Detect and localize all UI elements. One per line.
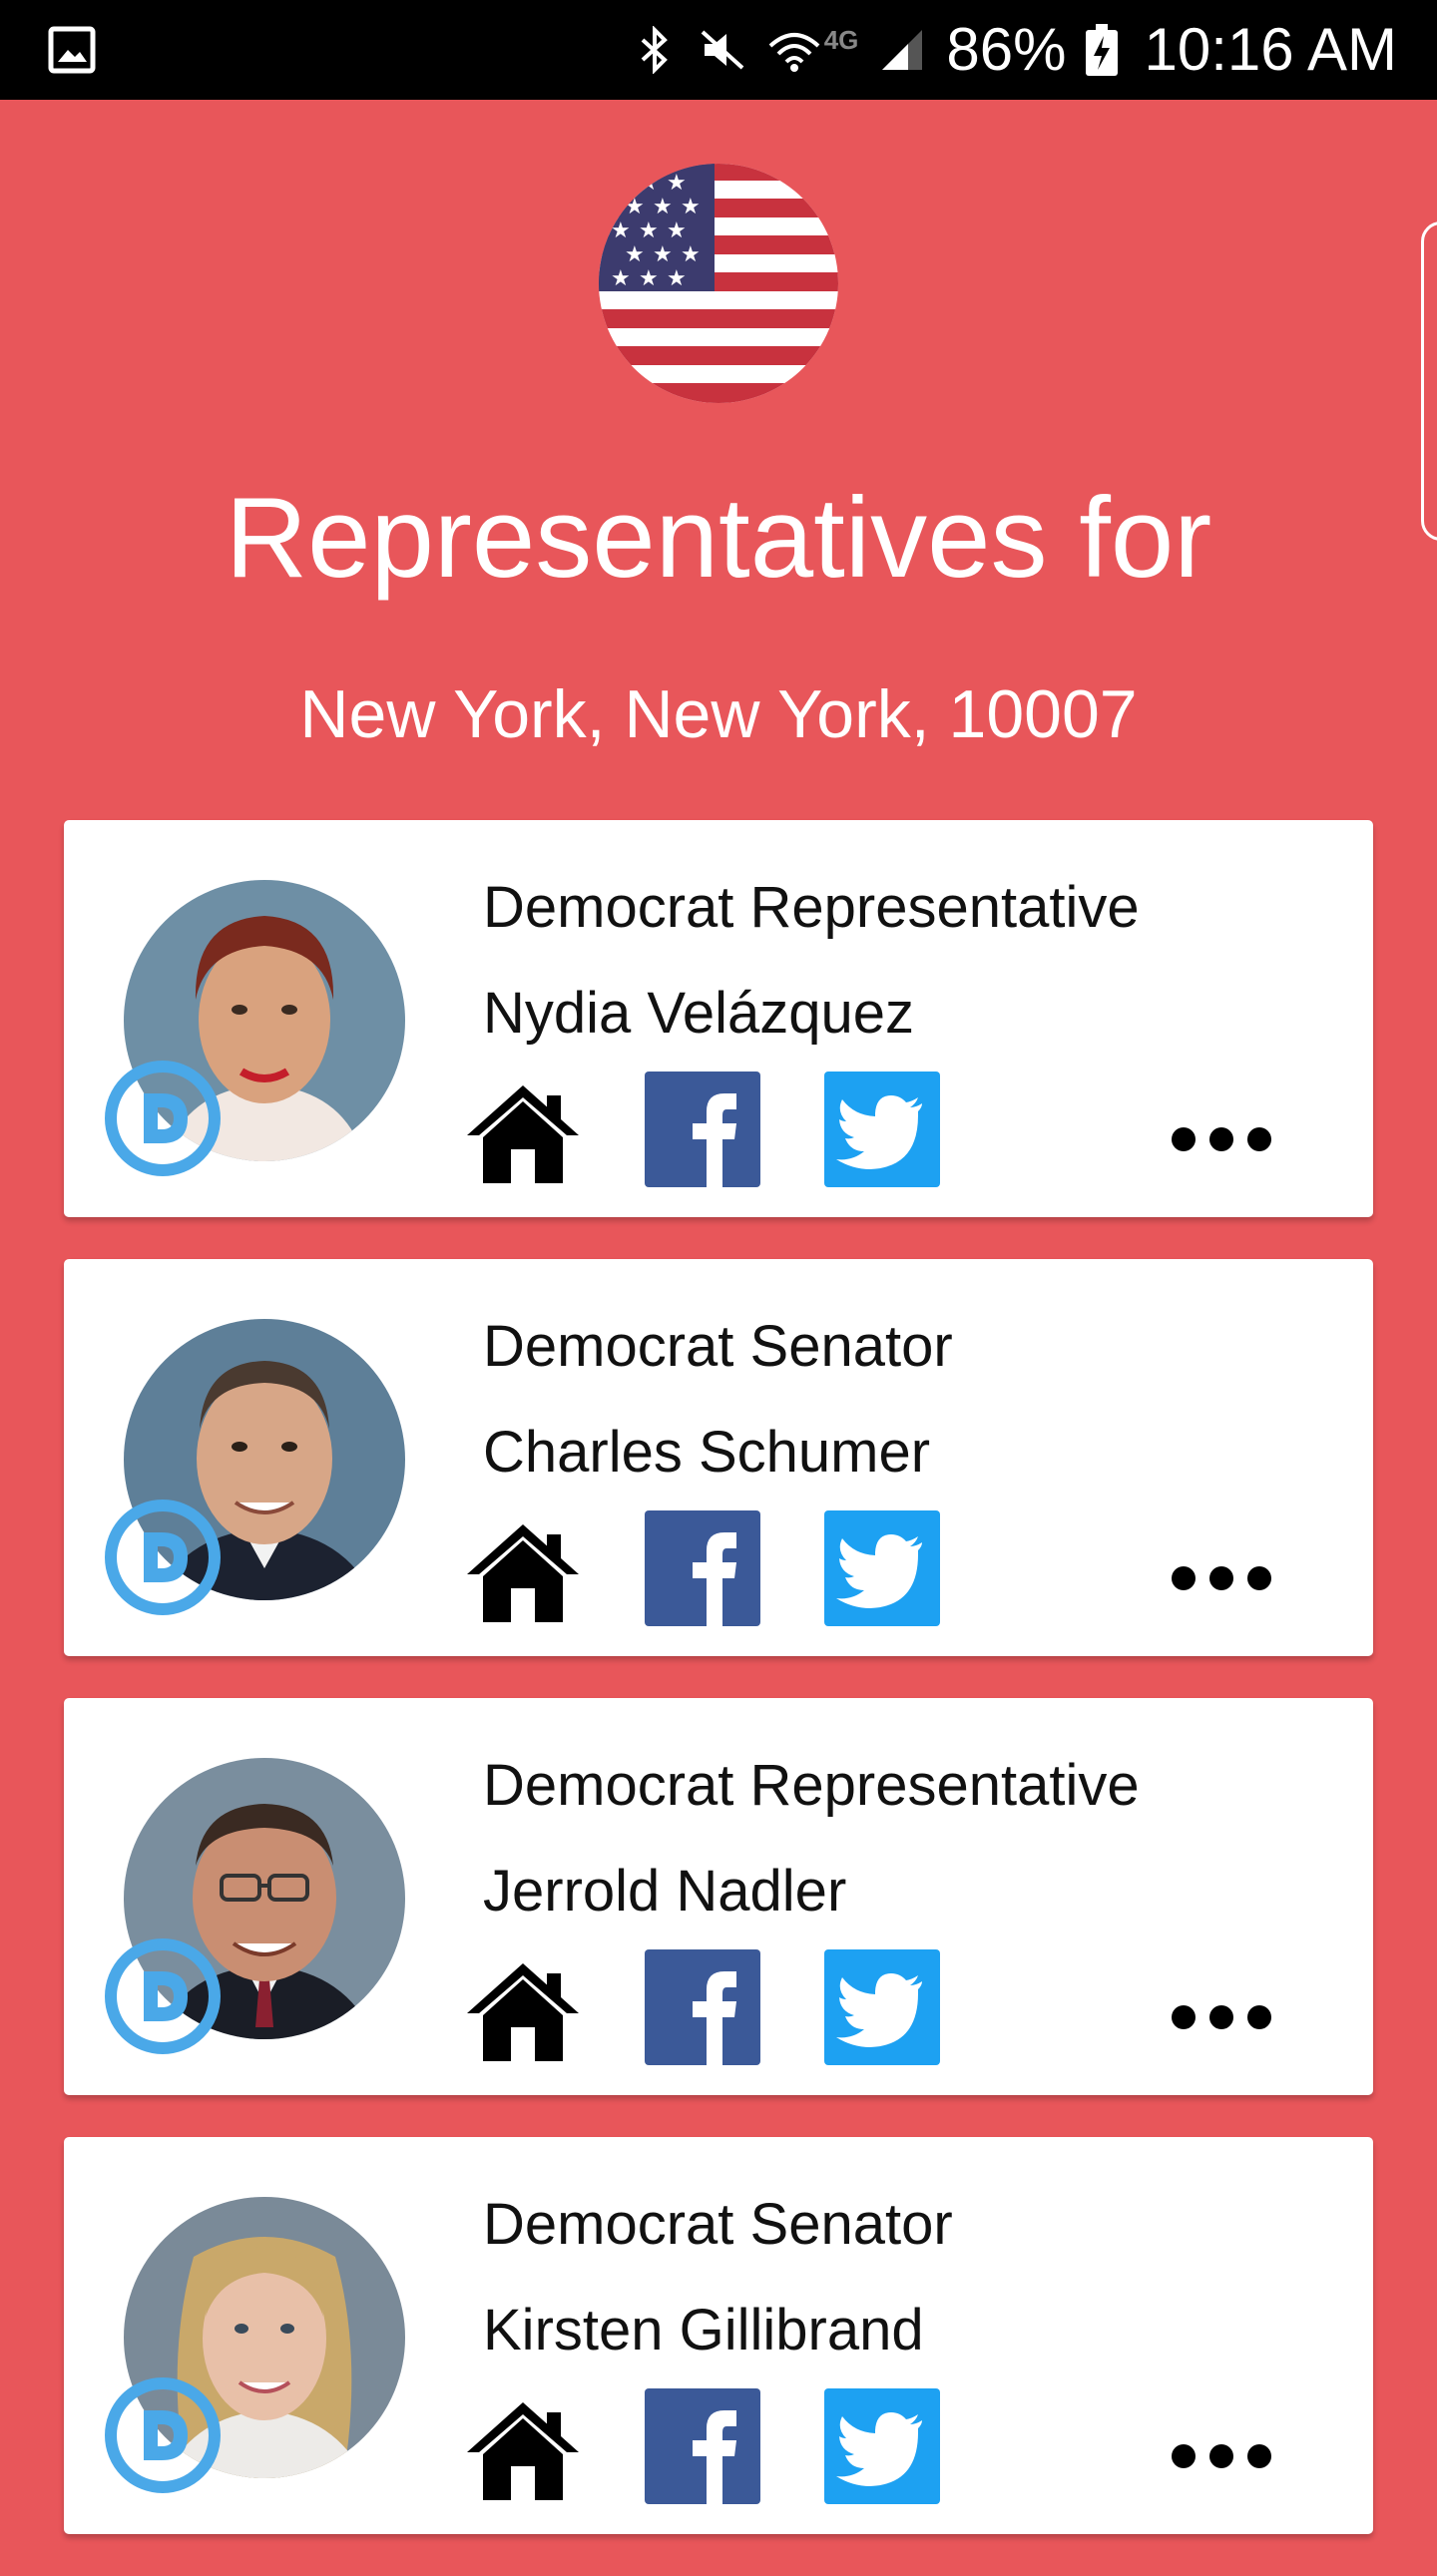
democrat-badge-icon xyxy=(105,2377,221,2493)
more-icon[interactable] xyxy=(1162,1510,1281,1630)
battery-percent: 86% xyxy=(946,16,1067,83)
svg-text:★: ★ xyxy=(625,242,645,267)
signal-icon xyxy=(882,30,923,70)
wifi-icon: 4G xyxy=(766,24,859,76)
home-icon[interactable] xyxy=(463,1072,583,1191)
gallery-icon xyxy=(48,26,96,74)
svg-text:★: ★ xyxy=(625,195,645,219)
bluetooth-icon xyxy=(641,26,668,74)
action-row xyxy=(463,1510,1321,1630)
svg-text:★: ★ xyxy=(667,266,687,291)
svg-text:★: ★ xyxy=(639,266,659,291)
democrat-badge-icon xyxy=(105,1500,221,1615)
facebook-icon[interactable] xyxy=(645,1510,764,1630)
twitter-icon[interactable] xyxy=(824,1072,944,1191)
representative-card[interactable]: Democrat Senator Charles Schumer xyxy=(64,1259,1373,1656)
representative-name: Charles Schumer xyxy=(483,1420,931,1485)
representative-card[interactable]: Democrat Representative Nydia Velázquez xyxy=(64,820,1373,1217)
svg-text:★: ★ xyxy=(639,218,659,243)
representative-card[interactable]: Democrat Senator Kirsten Gillibrand xyxy=(64,2137,1373,2534)
status-bar: 4G 86% 10:16 AM xyxy=(0,0,1437,100)
network-label: 4G xyxy=(823,24,859,55)
us-flag-icon: ★ ★ ★ ★ ★ ★ ★ ★ ★ ★ ★ ★ ★ ★ ★ xyxy=(597,162,840,405)
svg-text:★: ★ xyxy=(611,171,631,196)
twitter-icon[interactable] xyxy=(824,1949,944,2069)
svg-text:★: ★ xyxy=(653,195,673,219)
clock: 10:16 AM xyxy=(1144,16,1397,83)
home-icon[interactable] xyxy=(463,1949,583,2069)
representative-title: Democrat Senator xyxy=(483,2192,953,2257)
facebook-icon[interactable] xyxy=(645,2388,764,2508)
svg-text:★: ★ xyxy=(667,218,687,243)
svg-text:★: ★ xyxy=(611,266,631,291)
facebook-icon[interactable] xyxy=(645,1072,764,1191)
battery-charging-icon xyxy=(1086,24,1119,76)
action-row xyxy=(463,1949,1321,2069)
more-icon[interactable] xyxy=(1162,1949,1281,2069)
svg-text:★: ★ xyxy=(639,171,659,196)
facebook-icon[interactable] xyxy=(645,1949,764,2069)
more-icon[interactable] xyxy=(1162,2388,1281,2508)
democrat-badge-icon xyxy=(105,1061,221,1176)
representative-name: Jerrold Nadler xyxy=(483,1859,847,1924)
representative-title: Democrat Senator xyxy=(483,1314,953,1379)
svg-text:★: ★ xyxy=(653,242,673,267)
home-icon[interactable] xyxy=(463,2388,583,2508)
representatives-list: Democrat Representative Nydia Velázquez xyxy=(64,820,1373,2576)
page-title: Representatives for xyxy=(225,475,1212,602)
svg-text:★: ★ xyxy=(611,218,631,243)
action-row xyxy=(463,2388,1321,2508)
home-icon[interactable] xyxy=(463,1510,583,1630)
more-icon[interactable] xyxy=(1162,1072,1281,1191)
svg-text:★: ★ xyxy=(667,171,687,196)
democrat-badge-icon xyxy=(105,1938,221,2054)
representative-name: Kirsten Gillibrand xyxy=(483,2298,924,2362)
representative-title: Democrat Representative xyxy=(483,1753,1140,1818)
mute-icon xyxy=(701,30,744,70)
svg-text:★: ★ xyxy=(681,242,701,267)
twitter-icon[interactable] xyxy=(824,1510,944,1630)
representative-title: Democrat Representative xyxy=(483,875,1140,940)
representative-name: Nydia Velázquez xyxy=(483,981,915,1046)
svg-text:★: ★ xyxy=(681,195,701,219)
action-row xyxy=(463,1072,1321,1191)
representative-card[interactable]: Democrat Representative Jerrold Nadler xyxy=(64,1698,1373,2095)
location-subtitle: New York, New York, 10007 xyxy=(299,676,1138,752)
twitter-icon[interactable] xyxy=(824,2388,944,2508)
